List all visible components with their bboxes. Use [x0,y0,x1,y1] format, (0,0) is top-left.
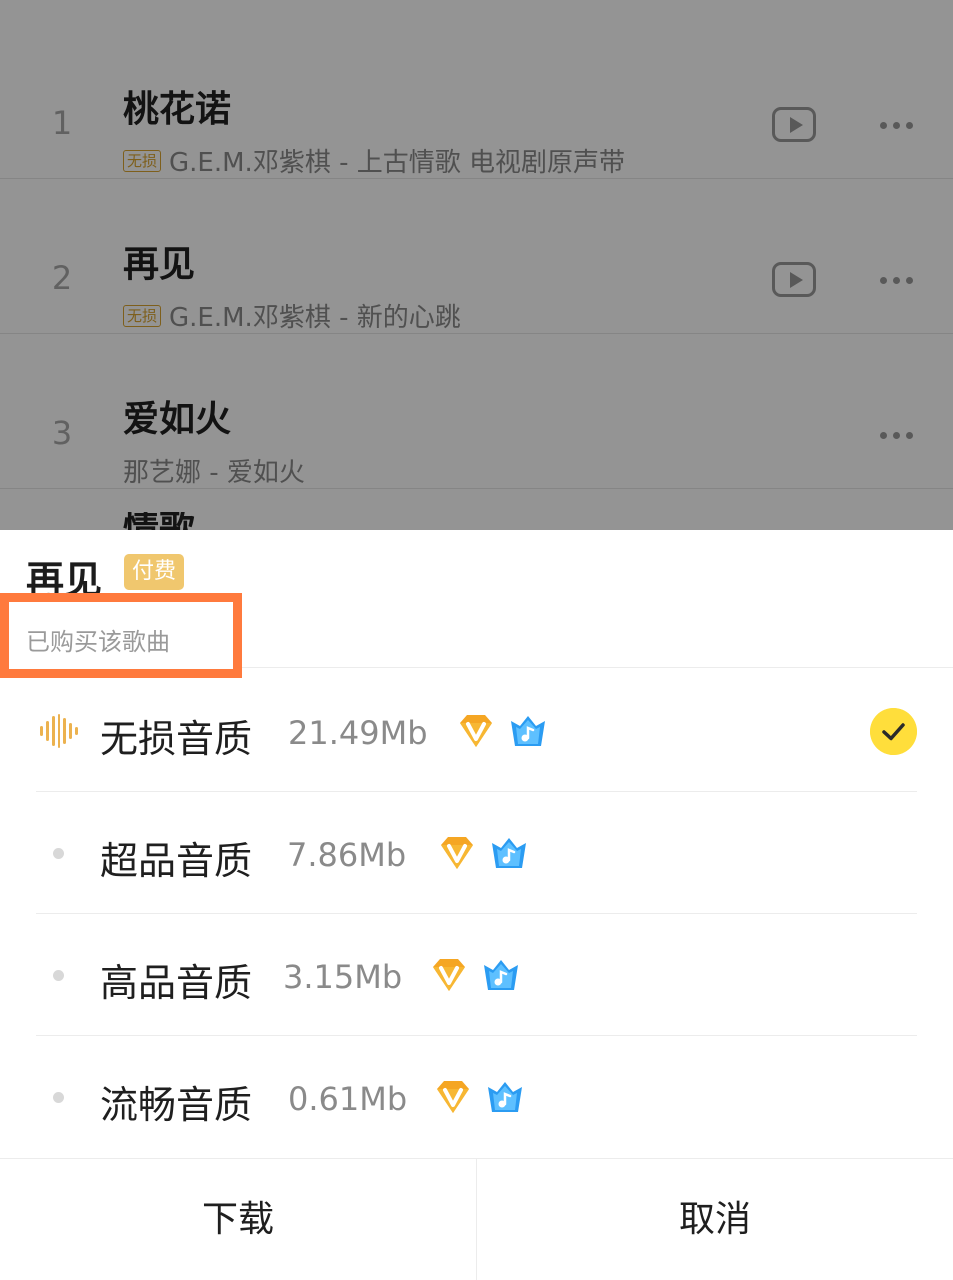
vip-diamond-icon [441,837,473,869]
music-package-icon [492,838,526,868]
paid-badge: 付费 [124,554,185,590]
quality-label: 高品音质 [100,961,253,1005]
music-package-icon [484,960,518,990]
purchased-status: 已购买该歌曲 [26,628,170,656]
waveform-icon [40,714,79,748]
quality-size: 3.15Mb [283,958,403,996]
quality-option-super[interactable]: 超品音质 7.86Mb [0,792,953,914]
vip-diamond-icon [460,715,492,747]
song-list: 1 桃花诺 无损 G.E.M.邓紫棋 - 上古情歌 电视剧原声带 2 再见 无损 G… [0,0,953,530]
purchased-highlight-box: 已购买该歌曲 [0,593,242,678]
dot-icon [53,1092,64,1103]
quality-label: 无损音质 [100,717,253,761]
dot-icon [53,848,64,859]
quality-size: 21.49Mb [288,714,428,752]
vip-diamond-icon [433,959,465,991]
vip-diamond-icon [437,1081,469,1113]
download-button[interactable]: 下载 [0,1159,476,1280]
sheet-footer: 下载 取消 [0,1158,953,1280]
music-package-icon [511,716,545,746]
screen: 1 桃花诺 无损 G.E.M.邓紫棋 - 上古情歌 电视剧原声带 2 再见 无损 G… [0,0,953,1280]
quality-label: 超品音质 [100,839,253,883]
dot-icon [53,970,64,981]
quality-label: 流畅音质 [100,1083,253,1127]
music-package-icon [488,1082,522,1112]
quality-size: 0.61Mb [288,1080,408,1118]
selected-check-icon [870,708,917,755]
quality-size: 7.86Mb [287,836,407,874]
quality-option-high[interactable]: 高品音质 3.15Mb [0,914,953,1036]
divider [242,667,953,668]
dim-overlay[interactable] [0,0,953,530]
cancel-button[interactable]: 取消 [477,1159,953,1280]
quality-option-lossless[interactable]: 无损音质 21.49Mb [0,670,953,792]
quality-option-smooth[interactable]: 流畅音质 0.61Mb [0,1036,953,1158]
